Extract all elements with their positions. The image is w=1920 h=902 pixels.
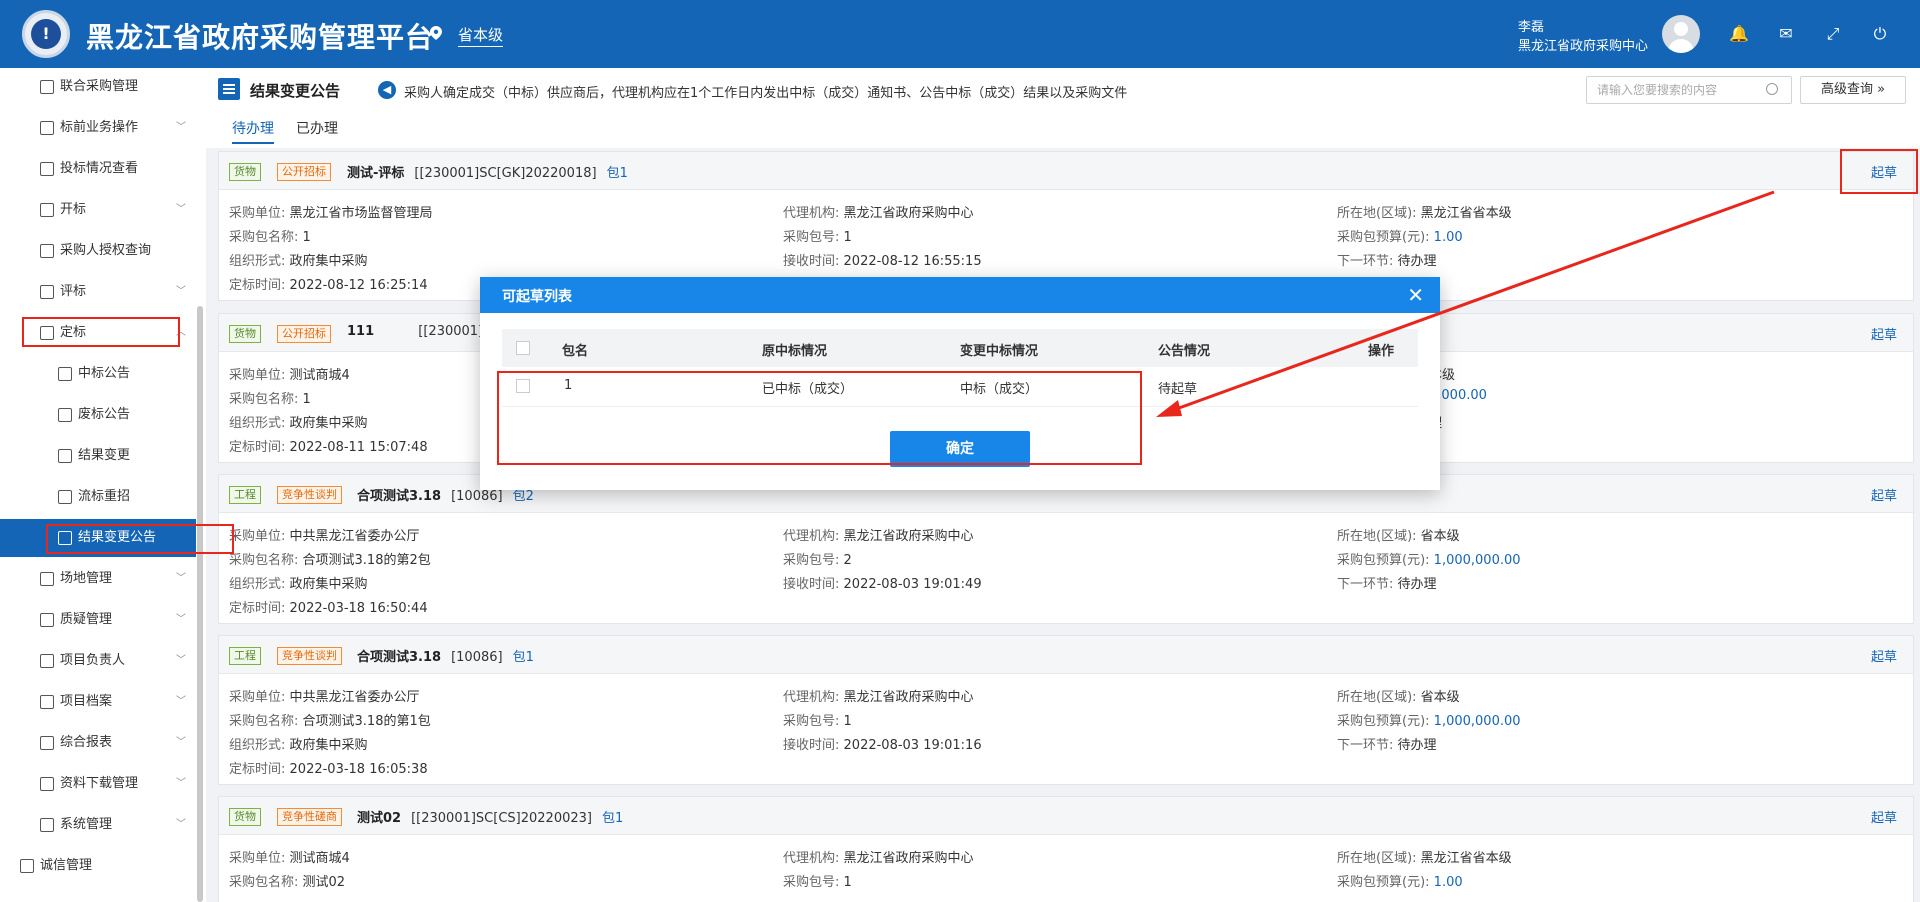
- arrow-head: [1156, 400, 1182, 417]
- annotation-arrow: [1156, 190, 1775, 417]
- arrow-line: [1167, 190, 1775, 414]
